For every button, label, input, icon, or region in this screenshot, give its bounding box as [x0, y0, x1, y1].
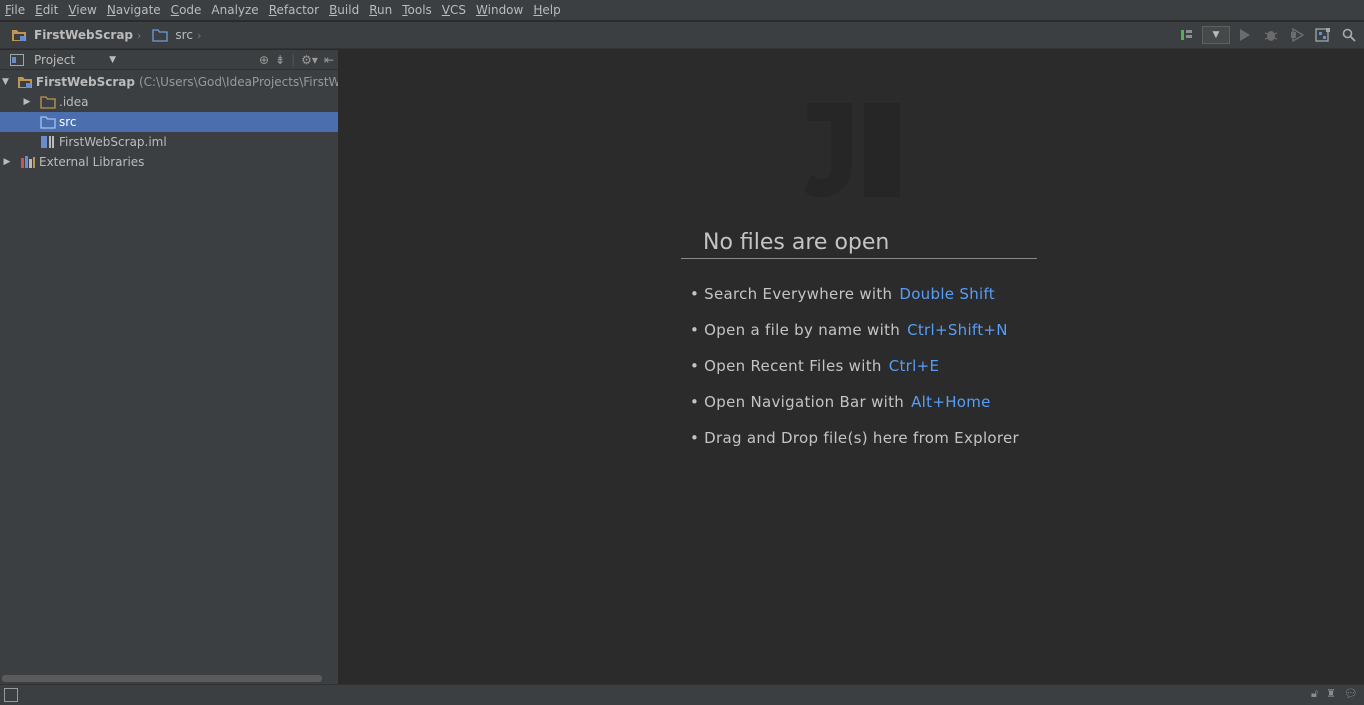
menu-code[interactable]: Code	[166, 0, 207, 20]
shortcut-label: Ctrl+Shift+N	[907, 321, 1008, 339]
search-icon[interactable]	[1338, 24, 1360, 46]
menu-view[interactable]: View	[63, 0, 101, 20]
tree-root-label: FirstWebScrap	[35, 75, 135, 89]
event-log-icon[interactable]: 💬︎	[1344, 687, 1358, 701]
lock-icon[interactable]: 🔓︎	[1311, 687, 1318, 701]
project-panel-header: Project ▼ ⊕ ⇟ | ⚙▾ ⇤	[0, 50, 338, 70]
module-file-icon	[40, 135, 56, 149]
menu-vcs[interactable]: VCS	[437, 0, 471, 20]
scroll-from-source-icon[interactable]: ⊕	[259, 53, 269, 67]
tree-item-iml[interactable]: FirstWebScrap.iml	[0, 132, 338, 152]
project-folder-icon	[17, 75, 33, 89]
build-icon[interactable]	[1176, 24, 1198, 46]
empty-editor-title-area: No files are open	[681, 230, 1037, 259]
hint-open-file: • Open a file by name with Ctrl+Shift+N	[690, 321, 1008, 339]
menu-navigate[interactable]: Navigate	[102, 0, 166, 20]
folder-icon	[40, 95, 56, 109]
breadcrumb-project-label: FirstWebScrap	[34, 28, 134, 42]
source-folder-icon	[40, 115, 56, 129]
menu-analyze[interactable]: Analyze	[206, 0, 263, 20]
run-icon[interactable]	[1234, 24, 1256, 46]
tree-item-root[interactable]: ▼ FirstWebScrap (C:\Users\God\IdeaProjec…	[0, 72, 338, 92]
horizontal-scrollbar[interactable]	[2, 675, 322, 682]
source-folder-icon	[152, 28, 169, 42]
debug-icon[interactable]	[1260, 24, 1282, 46]
project-tool-window: Project ▼ ⊕ ⇟ | ⚙▾ ⇤ ▼ FirstWebScrap (C:…	[0, 50, 339, 684]
expand-arrow-icon[interactable]: ▶	[22, 92, 32, 112]
menu-window[interactable]: Window	[471, 0, 528, 20]
hide-panel-icon[interactable]: ⇤	[324, 53, 334, 67]
library-icon	[20, 155, 36, 169]
project-tree: ▼ FirstWebScrap (C:\Users\God\IdeaProjec…	[0, 70, 338, 172]
tool-windows-toggle-icon[interactable]	[4, 688, 18, 702]
project-view-icon	[9, 53, 25, 67]
project-structure-icon[interactable]	[1312, 24, 1334, 46]
menu-tools[interactable]: Tools	[397, 0, 437, 20]
menu-edit[interactable]: Edit	[30, 0, 63, 20]
shortcut-label: Alt+Home	[911, 393, 991, 411]
tree-idea-label: .idea	[59, 95, 89, 109]
coverage-icon[interactable]	[1286, 24, 1308, 46]
menu-file[interactable]: File	[0, 0, 30, 20]
menu-help[interactable]: Help	[528, 0, 565, 20]
hint-search-everywhere: • Search Everywhere with Double Shift	[690, 285, 995, 303]
editor-area: No files are open • Search Everywhere wit…	[340, 50, 1364, 684]
project-panel-title: Project	[34, 52, 76, 67]
tree-external-label: External Libraries	[39, 155, 145, 169]
collapse-all-icon[interactable]: ⇟	[275, 53, 285, 67]
hint-recent-files: • Open Recent Files with Ctrl+E	[690, 357, 940, 375]
inspector-icon[interactable]: ♜	[1326, 687, 1336, 701]
project-view-selector[interactable]: Project ▼	[6, 53, 116, 67]
tree-item-external-libraries[interactable]: ▶ External Libraries	[0, 152, 338, 172]
run-configuration-dropdown[interactable]: ▼	[1202, 26, 1230, 44]
chevron-down-icon: ▼	[1212, 30, 1220, 40]
tree-item-idea[interactable]: ▶ .idea	[0, 92, 338, 112]
empty-editor-title: No files are open	[703, 230, 890, 255]
tree-src-label: src	[59, 115, 77, 129]
tree-iml-label: FirstWebScrap.iml	[59, 135, 167, 149]
empty-editor-hints: • Search Everywhere with Double Shift • Ope…	[690, 282, 1019, 462]
shortcut-label: Double Shift	[899, 285, 995, 303]
hint-drag-drop: • Drag and Drop file(s) here from Explore…	[690, 429, 1020, 447]
menu-refactor[interactable]: Refactor	[264, 0, 324, 20]
main-toolbar: ▼	[1176, 22, 1364, 48]
shortcut-label: Ctrl+E	[888, 357, 940, 375]
tree-item-src[interactable]: src	[0, 112, 338, 132]
gear-icon[interactable]: ⚙▾	[301, 53, 318, 67]
expand-arrow-icon[interactable]: ▶	[2, 152, 12, 172]
breadcrumb-src-label: src	[175, 28, 193, 42]
divider: |	[291, 53, 296, 67]
hint-navigation-bar: • Open Navigation Bar with Alt+Home	[690, 393, 991, 411]
breadcrumb-src[interactable]: src	[141, 22, 197, 48]
project-folder-icon	[11, 28, 27, 42]
intellij-logo-icon	[802, 100, 902, 200]
chevron-right-icon: ›	[196, 28, 202, 42]
navigation-bar: FirstWebScrap › src › ▼	[0, 21, 1364, 49]
status-bar: 🔓︎ ♜ 💬︎	[0, 684, 1364, 705]
tree-root-path: (C:\Users\God\IdeaProjects\FirstWebScrap…	[138, 75, 338, 89]
menu-build[interactable]: Build	[324, 0, 364, 20]
menu-bar: File Edit View Navigate Code Analyze Ref…	[0, 0, 1364, 20]
breadcrumb-project[interactable]: FirstWebScrap	[0, 22, 137, 48]
menu-run[interactable]: Run	[364, 0, 397, 20]
chevron-down-icon: ▼	[109, 54, 116, 65]
expand-arrow-icon[interactable]: ▼	[2, 72, 9, 92]
